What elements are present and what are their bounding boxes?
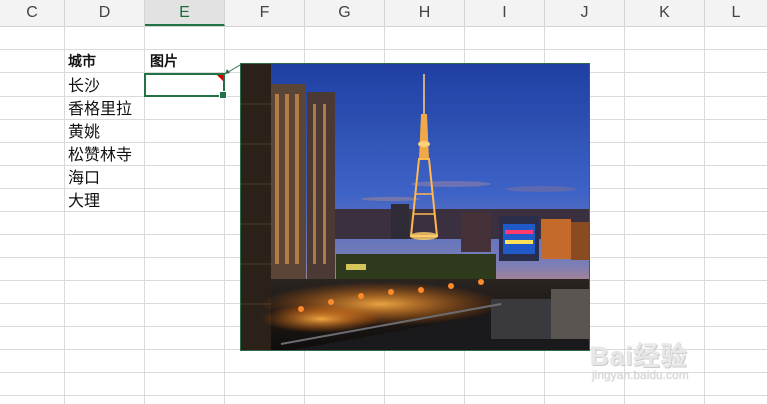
column-header-i[interactable]: I <box>465 0 545 26</box>
comment-picture[interactable] <box>240 63 590 351</box>
cell-city[interactable]: 大理 <box>68 190 100 212</box>
comment-connector-arrow <box>224 64 241 75</box>
column-header-j[interactable]: J <box>545 0 625 26</box>
cell-city[interactable]: 松赞林寺 <box>68 144 132 166</box>
cell-city[interactable]: 长沙 <box>68 75 100 97</box>
grid-line <box>0 49 767 50</box>
spreadsheet-sheet: C D E F G H I J K L 城市 图片 长沙 香格里拉 黄姚 松赞林… <box>0 0 767 404</box>
selected-cell-e3[interactable] <box>144 73 227 99</box>
grid-line <box>64 26 65 404</box>
column-header-f[interactable]: F <box>225 0 305 26</box>
column-header-g[interactable]: G <box>305 0 385 26</box>
column-header-e[interactable]: E <box>145 0 225 26</box>
watermark-url: jingyan.baidu.com <box>592 368 689 382</box>
column-header-d[interactable]: D <box>65 0 145 26</box>
column-header-l[interactable]: L <box>705 0 767 26</box>
column-header-row: C D E F G H I J K L <box>0 0 767 27</box>
grid-line <box>0 395 767 396</box>
cell-e2-picture-header[interactable]: 图片 <box>150 51 178 73</box>
column-header-c[interactable]: C <box>0 0 65 26</box>
column-header-k[interactable]: K <box>625 0 705 26</box>
city-night-photo <box>241 64 589 350</box>
baidu-jingyan-watermark: Bai经验 jingyan.baidu.com <box>590 322 760 382</box>
column-header-h[interactable]: H <box>385 0 465 26</box>
fill-handle[interactable] <box>219 91 227 99</box>
cell-city[interactable]: 黄姚 <box>68 121 100 143</box>
cell-city[interactable]: 海口 <box>68 167 100 189</box>
cell-d2-city-header[interactable]: 城市 <box>68 51 96 73</box>
cell-city[interactable]: 香格里拉 <box>68 98 132 120</box>
